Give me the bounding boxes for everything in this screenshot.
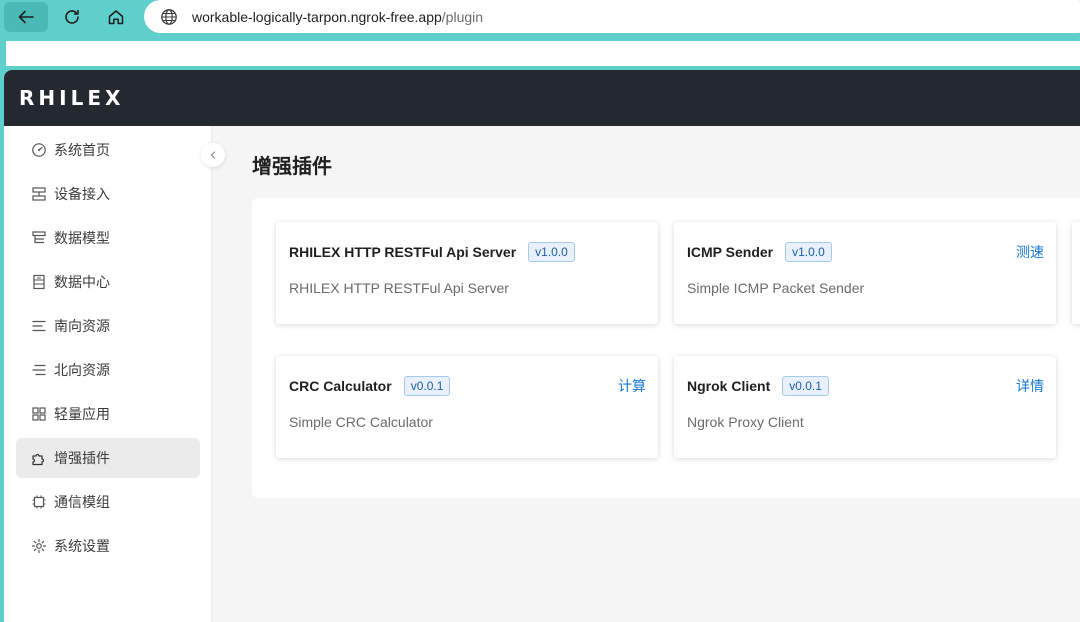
sidebar-item-plugins[interactable]: 增强插件 [16,438,200,478]
refresh-icon [65,9,79,24]
sidebar-item-comm-module[interactable]: 通信模组 [16,482,200,522]
back-button[interactable] [4,2,48,32]
sidebar-item-label: 设备接入 [54,186,110,202]
southbound-icon [31,318,47,334]
browser-infobar [6,41,1080,66]
plugin-card[interactable]: Ngrok Client v0.0.1 详情 Ngrok Proxy Client [674,356,1056,458]
app-window: RHILEX 系统首页 设备接入 数据模型 数据中心 南向资源 北向资源 轻量应… [4,70,1080,622]
plugin-card[interactable]: RHILEX HTTP RESTFul Api Server v1.0.0 RHI… [276,222,658,324]
plugin-description: Ngrok Proxy Client [687,414,804,430]
sidebar-item-label: 通信模组 [54,494,110,510]
sidebar-item-label: 增强插件 [54,450,110,466]
sidebar-item-southbound[interactable]: 南向资源 [16,306,200,346]
sidebar-item-dashboard[interactable]: 系统首页 [16,130,200,170]
plugin-description: Simple CRC Calculator [289,414,433,430]
url-host: workable-logically-tarpon.ngrok-free.app [192,8,442,25]
apps-icon [31,406,47,422]
plugin-card[interactable]: ICMP Sender v1.0.0 测速 Simple ICMP Packet … [674,222,1056,324]
sidebar-item-label: 数据模型 [54,230,110,246]
sidebar-item-settings[interactable]: 系统设置 [16,526,200,566]
northbound-icon [31,362,47,378]
app-header: RHILEX [4,70,1080,126]
url-path: /plugin [441,8,484,25]
refresh-button[interactable] [50,2,94,32]
plugin-card[interactable]: CRC Calculator v0.0.1 计算 Simple CRC Calcu… [276,356,658,458]
sidebar: 系统首页 设备接入 数据模型 数据中心 南向资源 北向资源 轻量应用 增强插件 [4,126,212,622]
plugin-name: Ngrok Client [687,378,771,394]
home-icon [108,10,124,25]
home-button[interactable] [94,2,138,32]
plugin-description: Simple ICMP Packet Sender [687,280,865,296]
data-model-icon [31,230,47,246]
plugin-icon [31,450,47,466]
calculate-link[interactable]: 计算 [618,376,646,396]
version-tag: v1.0.0 [785,242,832,262]
plugin-name: CRC Calculator [289,378,392,394]
sidebar-item-devices[interactable]: 设备接入 [16,174,200,214]
address-bar[interactable]: workable-logically-tarpon.ngrok-free.app… [144,0,1080,33]
version-tag: v0.0.1 [403,376,451,396]
app-logo[interactable]: RHILEX [19,86,124,110]
plugin-name: RHILEX HTTP RESTFul Api Server [289,244,517,260]
sidebar-item-label: 轻量应用 [54,406,110,422]
dashboard-icon [31,142,47,158]
version-tag: v1.0.0 [528,242,575,262]
settings-icon [31,538,47,554]
sidebar-item-label: 北向资源 [54,362,110,378]
arrow-left-icon [18,10,34,24]
plugin-card-partial[interactable] [1072,222,1080,324]
sidebar-item-data-model[interactable]: 数据模型 [16,218,200,258]
sidebar-item-data-center[interactable]: 数据中心 [16,262,200,302]
chip-icon [31,494,47,510]
main-content: 增强插件 RHILEX HTTP RESTFul Api Server v1.0.… [213,126,1080,622]
page-title: 增强插件 [252,156,332,178]
sidebar-item-label: 数据中心 [54,274,110,290]
data-center-icon [31,274,47,290]
browser-toolbar: workable-logically-tarpon.ngrok-free.app… [0,0,1080,34]
plugin-panel: RHILEX HTTP RESTFul Api Server v1.0.0 RHI… [252,198,1080,498]
details-link[interactable]: 详情 [1016,376,1044,396]
sidebar-item-label: 南向资源 [54,318,110,334]
device-icon [31,186,47,202]
plugin-description: RHILEX HTTP RESTFul Api Server [289,280,509,296]
globe-icon [160,8,178,26]
speed-test-link[interactable]: 测速 [1016,242,1044,262]
sidebar-item-label: 系统设置 [54,538,110,554]
plugin-name: ICMP Sender [687,244,774,260]
sidebar-item-northbound[interactable]: 北向资源 [16,350,200,390]
sidebar-item-label: 系统首页 [54,142,110,158]
sidebar-item-apps[interactable]: 轻量应用 [16,394,200,434]
version-tag: v0.0.1 [782,376,829,396]
